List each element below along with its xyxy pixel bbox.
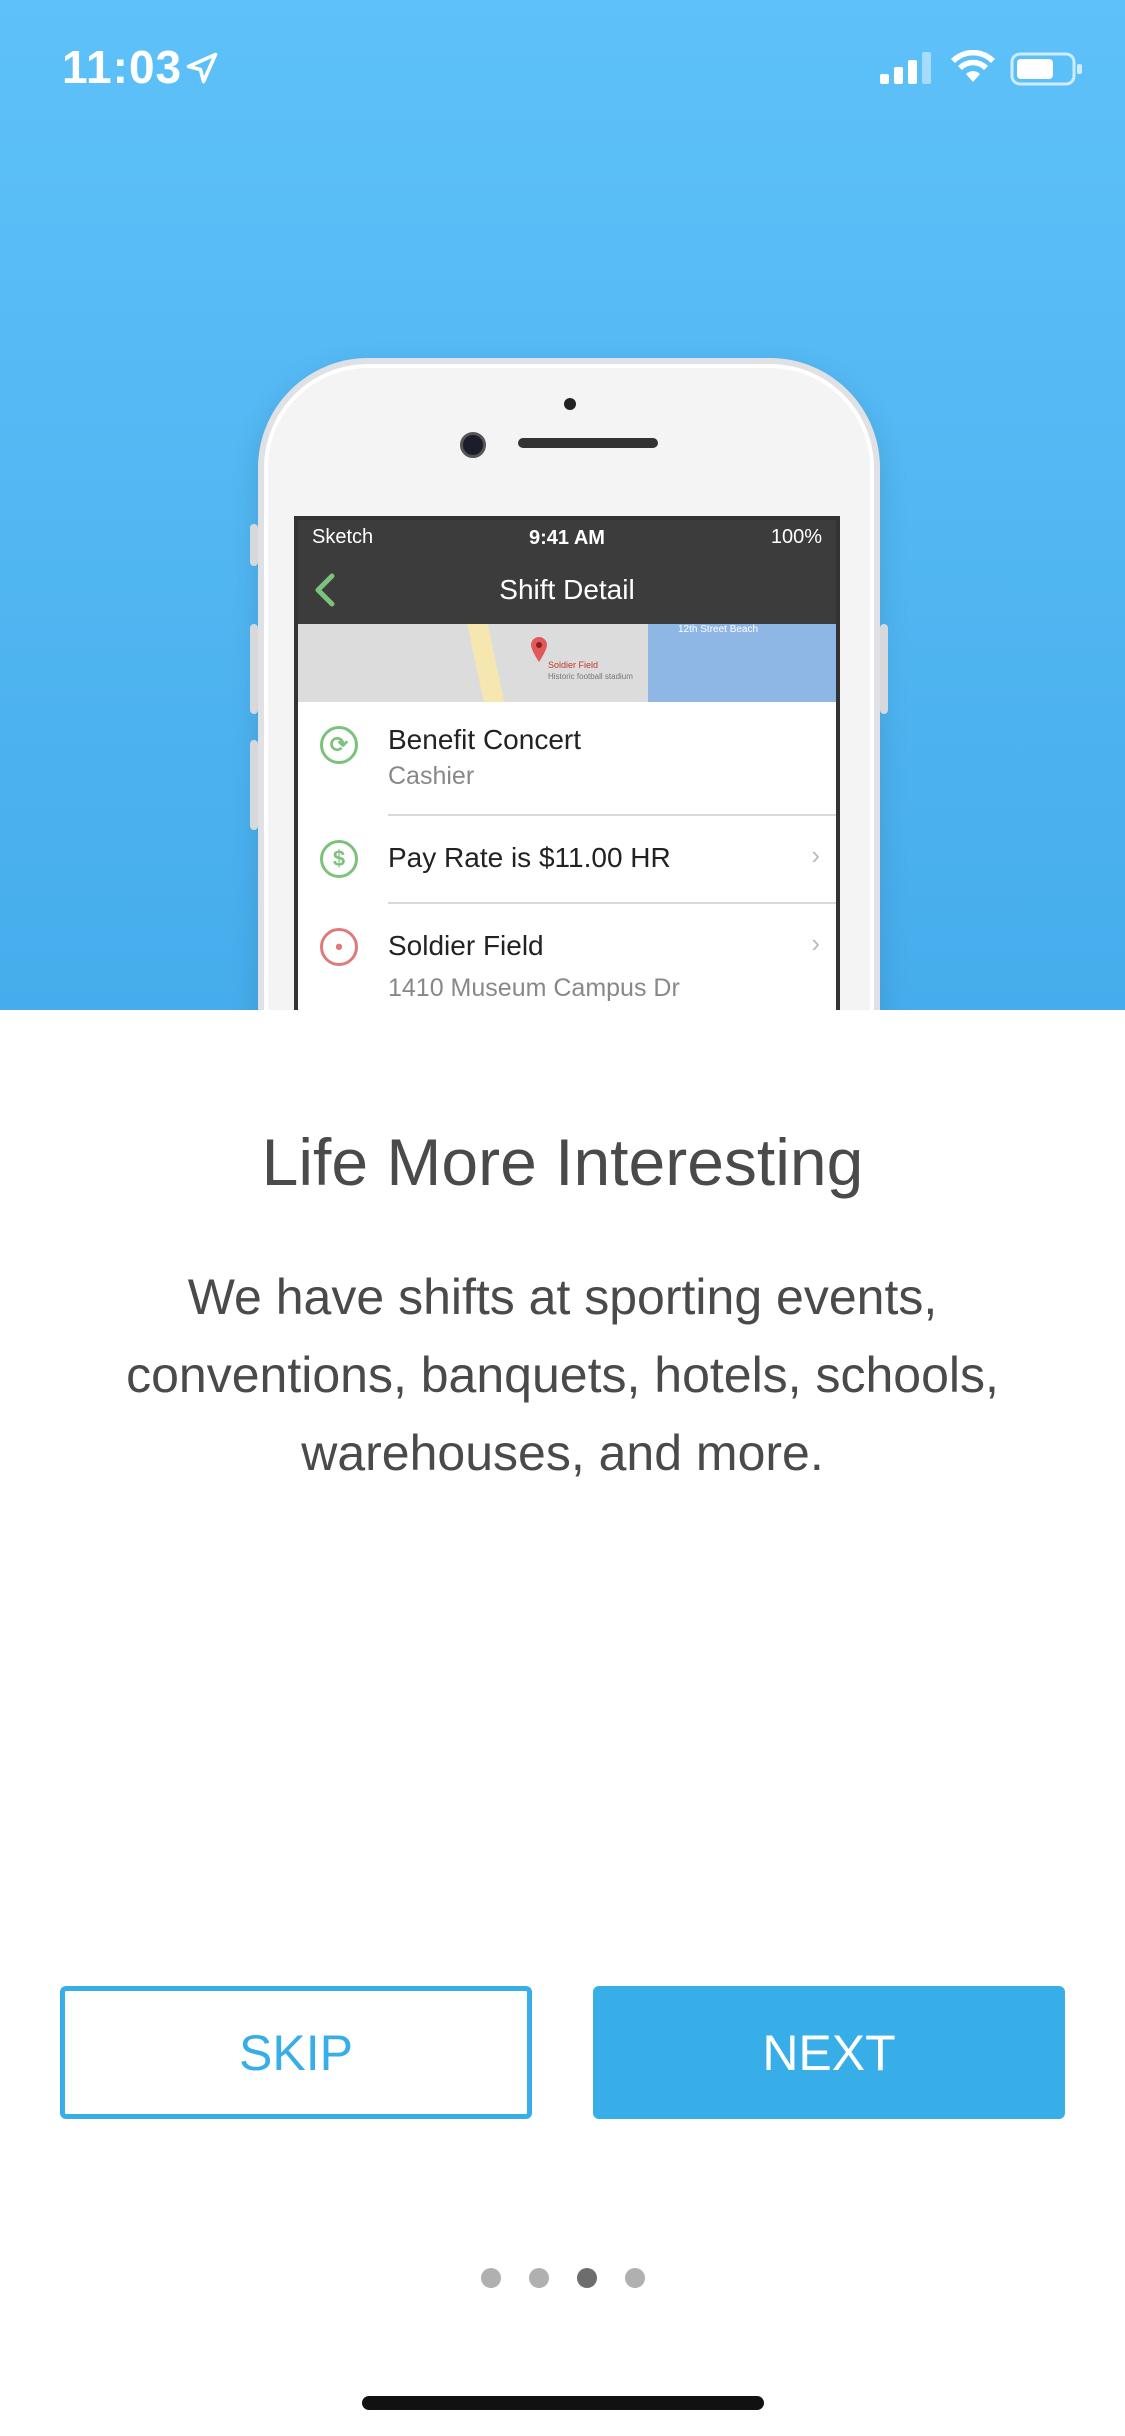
pay-rate-row: $ Pay Rate is $11.00 HR › [320,816,836,904]
map-place-label: Soldier Field [548,660,599,670]
phone-illustration: Sketch 9:41 AM 100% Shift Detail Soldier… [250,358,888,1010]
map-thumbnail: Soldier Field Historic football stadium … [298,624,836,702]
screen-nav-bar: Shift Detail [298,554,836,624]
pay-rate-text: Pay Rate is $11.00 HR [388,842,671,873]
page-title: Life More Interesting [261,1125,864,1199]
location-arrow-icon [186,52,218,84]
page-description: We have shifts at sporting events, conve… [126,1269,999,1481]
screen-title: Shift Detail [499,574,635,605]
location-row: • Soldier Field 1410 Museum Campus Dr › [320,904,836,1010]
screen-battery: 100% [770,526,822,548]
location-address: 1410 Museum Campus Dr [388,974,680,1002]
map-pin-icon [531,637,547,662]
event-name: Benefit Concert [388,724,581,755]
phone-screen: Sketch 9:41 AM 100% Shift Detail Soldier… [294,516,840,1010]
screen-status-bar: Sketch 9:41 AM 100% [298,520,836,554]
dollar-icon: $ [320,840,358,878]
page-dot-2[interactable] [528,2268,549,2288]
page-dot-1[interactable] [480,2268,501,2288]
skip-button[interactable]: SKIP [60,1986,532,2119]
signal-icon [880,52,931,84]
next-button[interactable]: NEXT [593,1986,1065,2119]
battery-icon [1010,52,1082,86]
map-beach-label: 12th Street Beach [678,624,759,635]
camera-icon [460,432,486,458]
event-icon: ⟳ [320,726,358,764]
chevron-right-icon: › [811,928,820,958]
map-place-subtitle: Historic football stadium [548,672,633,681]
hero-banner: 11:03 Sketch 9:41 AM 100% Shift Detail S… [0,0,1125,1010]
event-role: Cashier [388,762,475,790]
chevron-right-icon: › [811,840,820,870]
wifi-icon [951,50,995,82]
page-dot-4[interactable] [624,2268,645,2288]
status-time: 11:03 [62,41,183,93]
page-dot-3[interactable] [576,2268,597,2288]
location-pin-icon: • [320,928,358,966]
shift-event-row: ⟳ Benefit Concert Cashier [320,702,836,816]
screen-time: 9:41 AM [529,527,605,549]
home-indicator[interactable] [362,2396,764,2410]
page-indicator [0,2268,1125,2288]
location-name: Soldier Field [388,930,544,961]
